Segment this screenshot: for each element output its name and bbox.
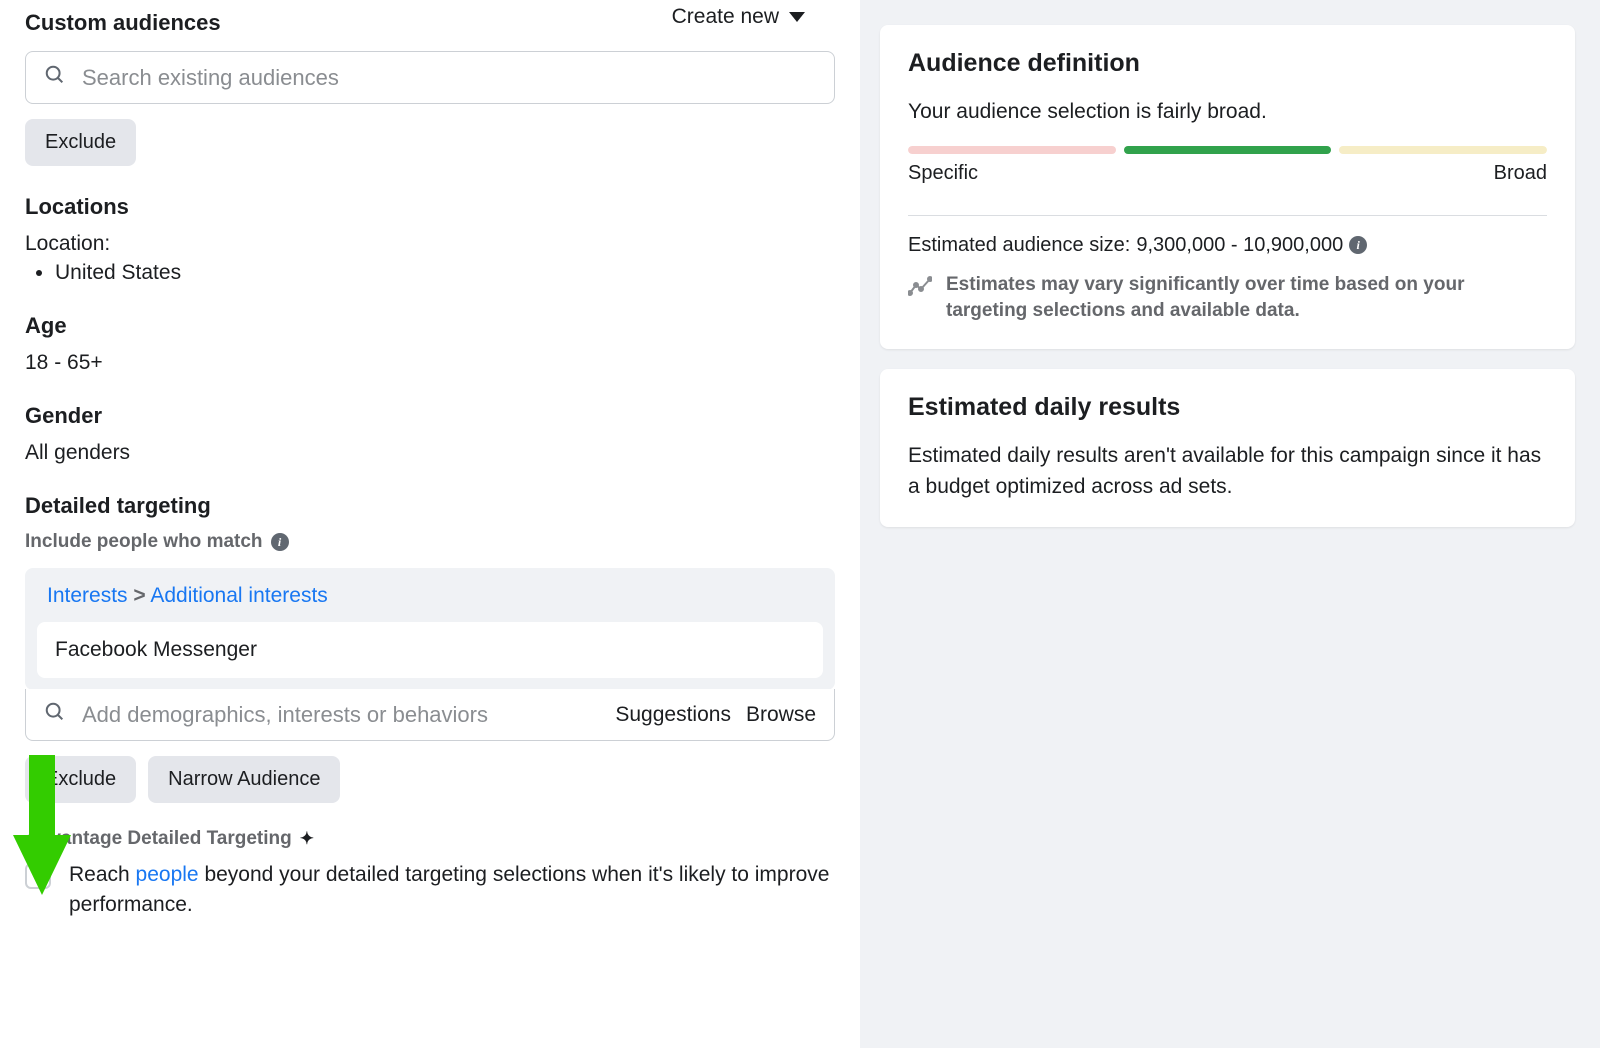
targeting-search-input[interactable]	[82, 702, 599, 728]
estimated-daily-title: Estimated daily results	[908, 393, 1547, 422]
audience-breadth-meter	[908, 146, 1547, 154]
estimated-size-label: Estimated audience size:	[908, 234, 1130, 257]
sparkle-icon: ✦	[300, 829, 314, 849]
estimate-note-text: Estimates may vary significantly over ti…	[946, 272, 1547, 325]
divider	[908, 215, 1547, 216]
estimated-size-row: Estimated audience size: 9,300,000 - 10,…	[908, 234, 1547, 257]
browse-link[interactable]: Browse	[746, 703, 816, 727]
audience-definition-card: Audience definition Your audience select…	[880, 25, 1575, 349]
estimate-note: Estimates may vary significantly over ti…	[908, 272, 1547, 325]
suggestions-link[interactable]: Suggestions	[615, 703, 731, 727]
targeting-search-box[interactable]: Suggestions Browse	[25, 689, 835, 741]
audience-search-box[interactable]	[25, 51, 835, 104]
advantage-targeting-label: Advantage Detailed Targeting ✦	[25, 828, 835, 850]
estimated-size-value: 9,300,000 - 10,900,000	[1136, 234, 1343, 257]
search-icon	[44, 701, 66, 728]
age-heading: Age	[25, 313, 835, 339]
targeting-breadcrumb: Interests > Additional interests	[37, 584, 823, 622]
targeting-selection-box: Interests > Additional interests Faceboo…	[25, 568, 835, 690]
gender-value: All genders	[25, 441, 835, 465]
search-icon	[44, 64, 66, 91]
gender-heading: Gender	[25, 403, 835, 429]
interest-chip[interactable]: Facebook Messenger	[37, 622, 823, 678]
results-panel: Audience definition Your audience select…	[860, 0, 1600, 1048]
info-icon[interactable]: i	[271, 533, 289, 551]
advantage-description: Reach people beyond your detailed target…	[69, 860, 835, 921]
breadcrumb-separator: >	[133, 584, 145, 607]
audience-search-input[interactable]	[82, 65, 816, 91]
caret-down-icon	[789, 12, 805, 22]
breadcrumb-additional[interactable]: Additional interests	[150, 584, 327, 607]
estimated-daily-body: Estimated daily results aren't available…	[908, 440, 1547, 503]
include-match-label: Include people who match i	[25, 531, 835, 553]
estimated-daily-card: Estimated daily results Estimated daily …	[880, 369, 1575, 527]
location-label: Location:	[25, 232, 835, 256]
include-match-text: Include people who match	[25, 531, 263, 553]
custom-audiences-heading: Custom audiences	[25, 10, 221, 36]
meter-segment-specific	[908, 146, 1116, 154]
age-value: 18 - 65+	[25, 351, 835, 375]
meter-segment-current	[1124, 146, 1332, 154]
targeting-form-panel: Custom audiences Create new Exclude Loca…	[0, 0, 860, 1048]
audience-definition-subtitle: Your audience selection is fairly broad.	[908, 96, 1547, 128]
meter-label-specific: Specific	[908, 162, 978, 185]
chart-line-icon	[908, 275, 932, 299]
location-list: United States	[25, 261, 835, 285]
location-item: United States	[55, 261, 835, 285]
audience-definition-title: Audience definition	[908, 49, 1547, 78]
detailed-targeting-heading: Detailed targeting	[25, 493, 835, 519]
breadcrumb-interests[interactable]: Interests	[47, 584, 128, 607]
info-icon[interactable]: i	[1349, 236, 1367, 254]
exclude-button[interactable]: Exclude	[25, 119, 136, 166]
meter-label-broad: Broad	[1494, 162, 1547, 185]
advantage-text-pre: Reach	[69, 863, 136, 886]
narrow-audience-button[interactable]: Narrow Audience	[148, 756, 340, 803]
people-link[interactable]: people	[136, 863, 199, 886]
locations-heading: Locations	[25, 194, 835, 220]
meter-segment-broad	[1339, 146, 1547, 154]
create-new-label: Create new	[672, 5, 779, 29]
create-new-dropdown[interactable]: Create new	[672, 5, 805, 29]
